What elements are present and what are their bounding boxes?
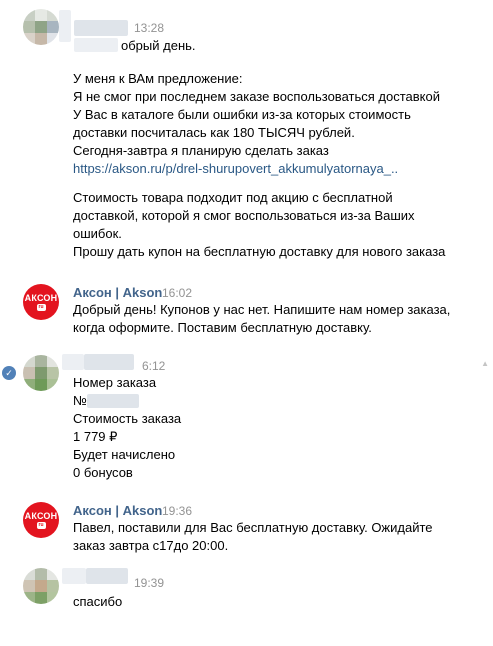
message-text-line: спасибо bbox=[73, 594, 123, 609]
message-text-line: 0 бонусов bbox=[73, 465, 133, 480]
message-text-line: обрый день. bbox=[121, 38, 196, 53]
akson-logo-text: АКСОН bbox=[24, 511, 58, 521]
user-avatar[interactable] bbox=[23, 355, 59, 391]
message-time[interactable]: 13:28 bbox=[134, 21, 164, 35]
blurred-sender-name bbox=[86, 568, 128, 584]
message-time[interactable]: 6:12 bbox=[142, 359, 165, 373]
pixelated-avatar-fragment bbox=[59, 10, 71, 42]
message-time[interactable]: 19:39 bbox=[134, 576, 164, 590]
message-text-line: У Вас в каталоге были ошибки из-за котор… bbox=[73, 107, 411, 122]
sender-name[interactable]: Аксон | Akson bbox=[73, 285, 162, 300]
message-text-line: Прошу дать купон на бесплатную доставку … bbox=[73, 244, 446, 259]
message-text-line: доставки посчиталась как 180 ТЫСЯЧ рубле… bbox=[73, 125, 355, 140]
blurred-order-number bbox=[87, 394, 139, 408]
akson-avatar[interactable]: АКСОН ru bbox=[23, 502, 59, 538]
message-text-line: Павел, поставили для Вас бесплатную дост… bbox=[73, 520, 433, 535]
check-icon: ✓ bbox=[2, 366, 16, 380]
pixelated-avatar-fragment bbox=[62, 568, 86, 584]
blurred-sender-name bbox=[74, 20, 128, 36]
scroll-arrow-icon[interactable]: ▲ bbox=[481, 359, 489, 368]
message-text-line: Будет начислено bbox=[73, 447, 176, 462]
message-time[interactable]: 19:36 bbox=[162, 504, 192, 518]
user-avatar[interactable] bbox=[23, 568, 59, 604]
product-link[interactable]: https://akson.ru/p/drel-shurupovert_akku… bbox=[73, 160, 398, 178]
message-text-line: доставкой, которой я смог воспользоватьс… bbox=[73, 208, 415, 223]
akson-logo-text: АКСОН bbox=[24, 293, 58, 303]
message-text-line: заказ завтра с17до 20:00. bbox=[73, 538, 229, 553]
message-text-line: Номер заказа bbox=[73, 375, 157, 390]
message-time[interactable]: 16:02 bbox=[162, 286, 192, 300]
message-text-line: Добрый день! Купонов у нас нет. Напишите… bbox=[73, 302, 451, 317]
message-text-line: У меня к ВАм предложение: bbox=[73, 71, 243, 86]
user-avatar[interactable] bbox=[23, 9, 59, 45]
message-text-line: Я не смог при последнем заказе воспользо… bbox=[73, 89, 440, 104]
akson-avatar[interactable]: АКСОН ru bbox=[23, 284, 59, 320]
message-text-line: ошибок. bbox=[73, 226, 122, 241]
message-text-line: 1 779 ₽ bbox=[73, 429, 118, 444]
pixelated-avatar-fragment bbox=[62, 354, 84, 370]
akson-logo-sub: ru bbox=[36, 304, 46, 311]
message-text-line: Сегодня-завтра я планирую сделать заказ bbox=[73, 143, 329, 158]
akson-logo-sub: ru bbox=[36, 522, 46, 529]
sender-name[interactable]: Аксон | Akson bbox=[73, 503, 162, 518]
blurred-sender-name bbox=[84, 354, 134, 370]
blurred-text bbox=[74, 38, 118, 52]
message-text-line: Стоимость товара подходит под акцию с бе… bbox=[73, 190, 393, 205]
message-text-line: когда оформите. Поставим бесплатную дост… bbox=[73, 320, 372, 335]
message-text-line: Стоимость заказа bbox=[73, 411, 182, 426]
